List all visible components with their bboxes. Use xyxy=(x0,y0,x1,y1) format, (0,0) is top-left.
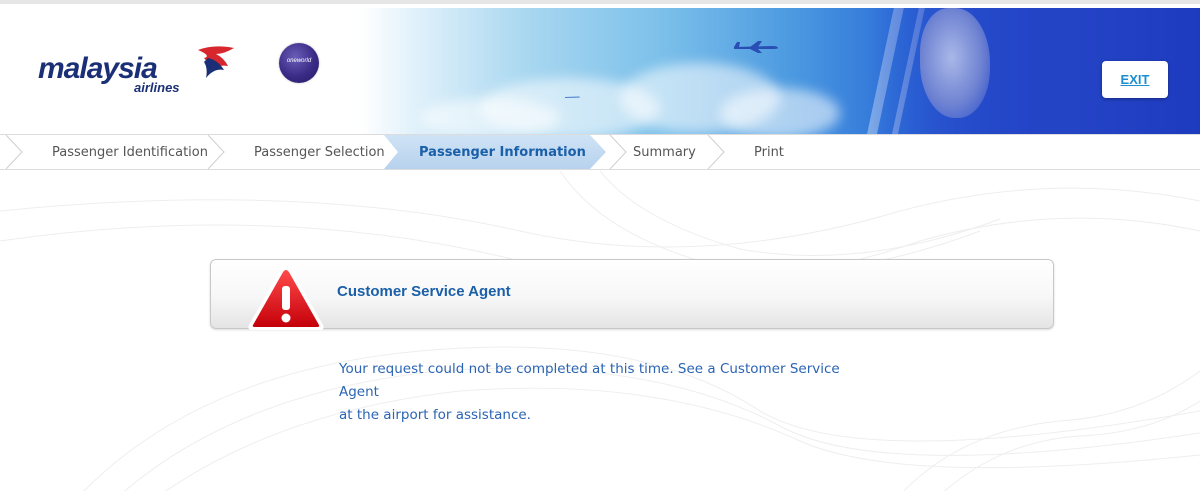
chevron-right-icon xyxy=(207,135,225,169)
step-summary: Summary xyxy=(633,135,696,169)
step-passenger-identification: Passenger Identification xyxy=(52,135,208,169)
alert-message-line: Your request could not be completed at t… xyxy=(339,361,840,400)
progress-steps: Passenger Identification Passenger Selec… xyxy=(0,134,1200,170)
step-label: Summary xyxy=(633,144,696,160)
header-banner-image xyxy=(360,8,1200,134)
header: malaysia airlines oneworld EXIT xyxy=(0,8,1200,134)
step-print: Print xyxy=(754,135,784,169)
alert-message: Your request could not be completed at t… xyxy=(339,358,859,427)
alert-title: Customer Service Agent xyxy=(337,283,511,300)
background-swirl-pattern xyxy=(0,171,1200,491)
step-label: Passenger Information xyxy=(419,144,586,160)
warning-icon xyxy=(248,265,324,330)
chevron-right-icon xyxy=(5,135,23,169)
step-passenger-information: Passenger Information xyxy=(419,135,586,169)
chevron-right-icon xyxy=(707,135,725,169)
alert-message-line: at the airport for assistance. xyxy=(339,407,531,423)
logo-subtext: airlines xyxy=(134,80,180,95)
wau-kite-icon xyxy=(198,46,234,78)
step-label: Print xyxy=(754,144,784,160)
step-label: Passenger Identification xyxy=(52,144,208,160)
airplane-icon xyxy=(734,41,778,53)
chevron-right-icon xyxy=(609,135,627,169)
check-in-page: malaysia airlines oneworld EXIT Passenge… xyxy=(0,0,1200,491)
malaysia-airlines-logo: malaysia airlines xyxy=(38,42,248,102)
step-passenger-selection: Passenger Selection xyxy=(254,135,385,169)
step-label: Passenger Selection xyxy=(254,144,385,160)
oneworld-badge: oneworld xyxy=(279,43,319,83)
exit-button-label[interactable]: EXIT xyxy=(1121,72,1150,87)
exit-button[interactable]: EXIT xyxy=(1102,61,1168,98)
banner-person xyxy=(920,8,990,118)
small-airplane-icon xyxy=(565,96,580,98)
oneworld-label: oneworld xyxy=(286,58,312,64)
